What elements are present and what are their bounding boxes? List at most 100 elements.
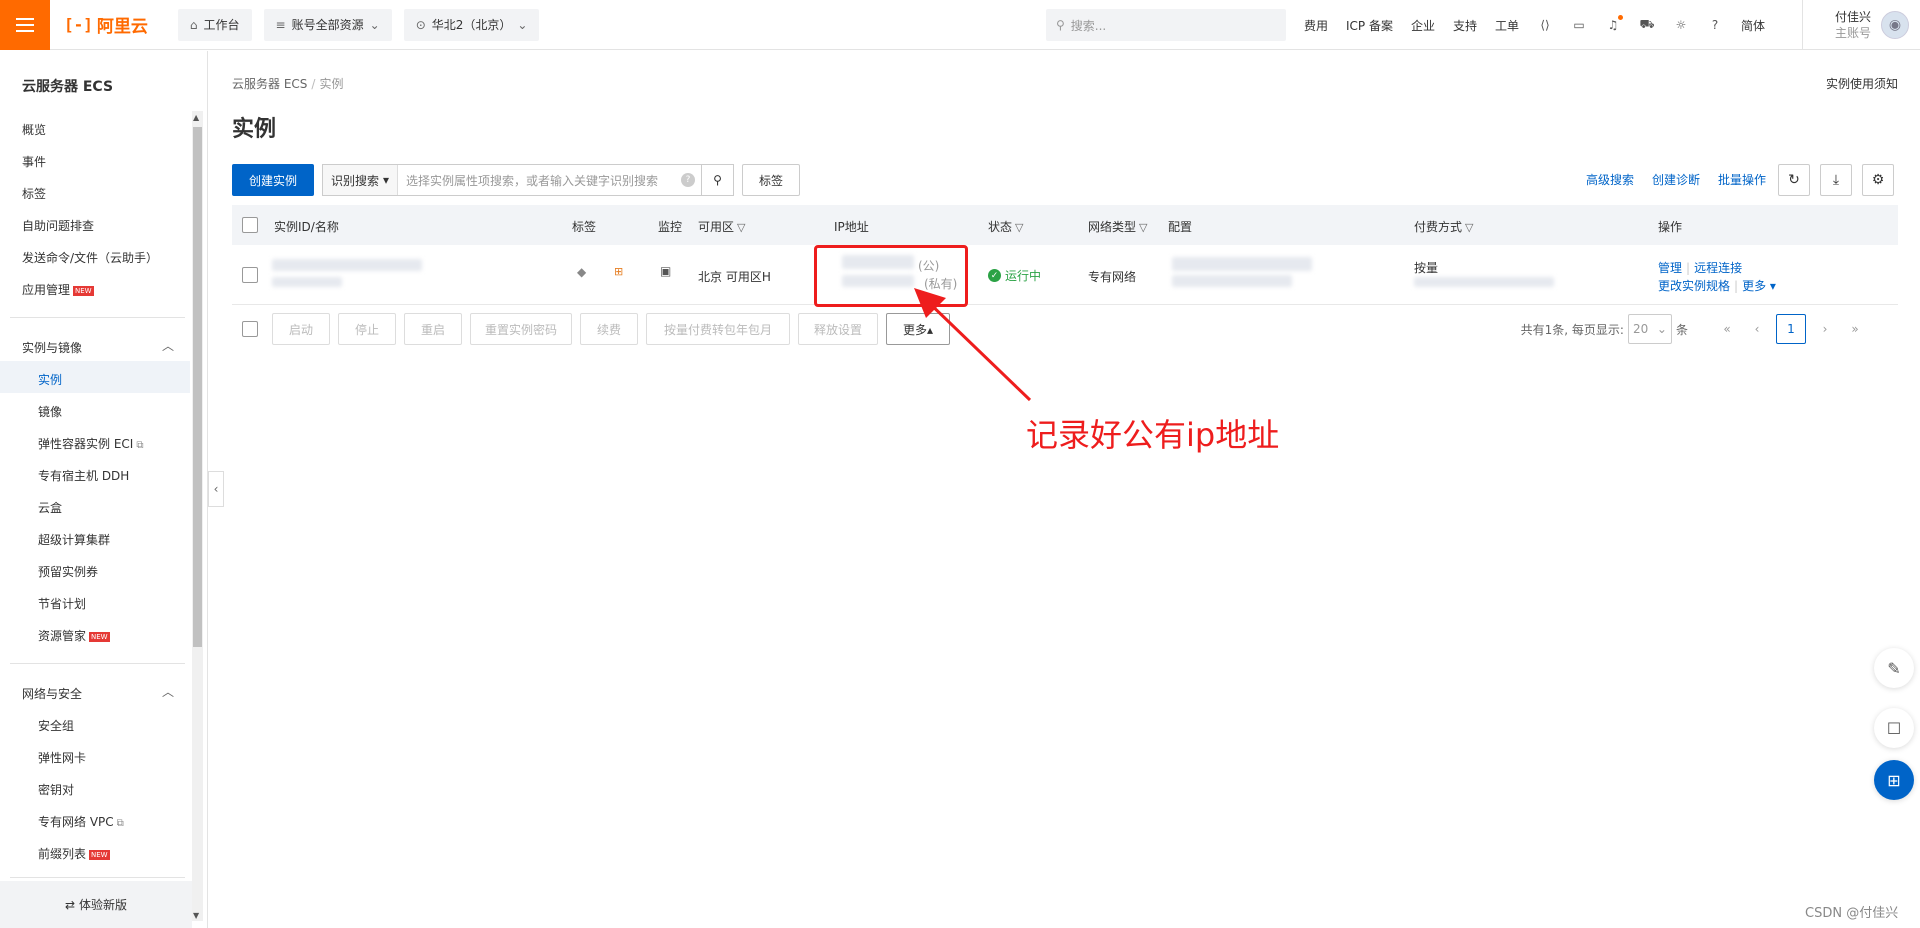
refresh-icon[interactable]: ↻	[1778, 164, 1810, 196]
sidebar-scroll-thumb[interactable]	[193, 127, 202, 647]
th-status[interactable]: 状态 ▽	[988, 218, 1023, 235]
bell-icon[interactable]: ♫	[1605, 15, 1624, 33]
more-ops-link[interactable]: 更多	[1742, 279, 1766, 293]
global-search-input[interactable]: ⚲ 搜索...	[1046, 9, 1286, 41]
user-menu[interactable]: 付佳兴 主账号 ◉	[1802, 0, 1910, 50]
code-icon[interactable]: ⟨⟩	[1537, 17, 1553, 33]
ip-highlight-box	[814, 245, 968, 307]
instance-id-redacted[interactable]	[272, 259, 422, 271]
sidebar-item-reserved[interactable]: 预留实例券	[38, 563, 98, 580]
sidebar-item-eci[interactable]: 弹性容器实例 ECI ⧉	[38, 435, 143, 452]
try-new-version-button[interactable]: ⇄ 体验新版	[0, 881, 192, 928]
sidebar-item-savings[interactable]: 节省计划	[38, 595, 86, 612]
search-mode-select[interactable]: 识别搜索 ▾	[323, 165, 399, 195]
restart-button[interactable]: 重启	[404, 313, 462, 345]
convert-billing-button[interactable]: 按量付费转包年包月	[646, 313, 790, 345]
manage-link[interactable]: 管理	[1658, 261, 1682, 275]
th-network[interactable]: 网络类型 ▽	[1088, 218, 1147, 235]
page-1-button[interactable]: 1	[1776, 314, 1806, 344]
edit-icon[interactable]: ✎	[1874, 648, 1914, 688]
help-icon[interactable]: ?	[1707, 17, 1723, 33]
next-page-icon[interactable]: ›	[1810, 322, 1840, 336]
link-billing[interactable]: 费用	[1304, 17, 1328, 34]
sidebar-item-app-mgmt[interactable]: 应用管理 NEW	[22, 281, 94, 298]
search-button[interactable]: ⚲	[701, 165, 733, 195]
sidebar-item-resource-mgr[interactable]: 资源管家 NEW	[38, 627, 110, 644]
advanced-search-link[interactable]: 高级搜索	[1586, 171, 1634, 188]
tag-filter-button[interactable]: 标签	[742, 164, 800, 196]
page-title: 实例	[232, 117, 277, 142]
first-page-icon[interactable]: «	[1712, 322, 1742, 336]
menu-icon[interactable]	[0, 0, 50, 50]
more-actions-button[interactable]: 更多▴	[886, 313, 950, 345]
th-zone[interactable]: 可用区 ▽	[698, 218, 745, 235]
sidebar-item-cloud-assistant[interactable]: 发送命令/文件（云助手）	[22, 249, 158, 266]
sidebar-item-troubleshoot[interactable]: 自助问题排查	[22, 217, 94, 234]
release-settings-button[interactable]: 释放设置	[798, 313, 878, 345]
sidebar-group-instances[interactable]: 实例与镜像	[22, 339, 82, 356]
sidebar-item-images[interactable]: 镜像	[38, 403, 62, 420]
download-icon[interactable]: ⤓	[1820, 164, 1852, 196]
instance-search-input[interactable]: 选择实例属性项搜索，或者输入关键字识别搜索	[398, 172, 681, 189]
start-button[interactable]: 启动	[272, 313, 330, 345]
sidebar-item-security-group[interactable]: 安全组	[38, 717, 74, 734]
brand-logo[interactable]: [-] 阿里云	[64, 12, 148, 37]
change-spec-link[interactable]: 更改实例规格	[1658, 279, 1730, 293]
terminal-icon[interactable]: ▭	[1571, 17, 1587, 33]
scroll-up-icon[interactable]: ▲	[193, 113, 199, 122]
sidebar-item-ddh[interactable]: 专有宿主机 DDH	[38, 467, 129, 484]
renew-button[interactable]: 续费	[580, 313, 638, 345]
breadcrumb-root[interactable]: 云服务器 ECS	[232, 77, 307, 91]
create-instance-button[interactable]: 创建实例	[232, 164, 314, 196]
sidebar-item-overview[interactable]: 概览	[22, 121, 46, 138]
sidebar-item-keypair[interactable]: 密钥对	[38, 781, 74, 798]
th-billing[interactable]: 付费方式 ▽	[1414, 218, 1473, 235]
sidebar-item-tags[interactable]: 标签	[22, 185, 46, 202]
select-all-checkbox[interactable]	[242, 217, 258, 233]
region-dropdown[interactable]: ⊙ 华北2（北京） ⌄	[403, 8, 540, 41]
sidebar-item-instances[interactable]: 实例	[38, 371, 62, 388]
prev-page-icon[interactable]: ‹	[1742, 322, 1772, 336]
cart-icon[interactable]: ⛟	[1639, 17, 1655, 33]
avatar[interactable]: ◉	[1881, 11, 1910, 39]
create-diagnosis-link[interactable]: 创建诊断	[1652, 171, 1700, 188]
lightbulb-icon[interactable]: ☼	[1673, 17, 1689, 33]
batch-operation-link[interactable]: 批量操作	[1718, 171, 1766, 188]
monitor-chart-icon[interactable]: ▣	[660, 264, 671, 278]
sidebar-item-label: 资源管家	[38, 629, 87, 643]
tag-icon[interactable]: ◆	[577, 265, 586, 279]
chevron-up-icon[interactable]: ︿	[162, 337, 174, 354]
remote-connect-link[interactable]: 远程连接	[1694, 261, 1742, 275]
bulk-select-checkbox[interactable]	[242, 321, 258, 337]
sidebar-item-scc[interactable]: 超级计算集群	[38, 531, 110, 548]
apps-icon[interactable]: ⊞	[1874, 760, 1914, 800]
sidebar-item-vpc[interactable]: 专有网络 VPC ⧉	[38, 813, 124, 830]
reset-password-button[interactable]: 重置实例密码	[470, 313, 572, 345]
language-switch[interactable]: 简体	[1741, 17, 1765, 34]
workbench-button[interactable]: ⌂ 工作台	[177, 8, 252, 41]
link-icp[interactable]: ICP 备案	[1346, 17, 1393, 34]
sidebar-item-cloudbox[interactable]: 云盒	[38, 499, 62, 516]
sidebar-group-network[interactable]: 网络与安全	[22, 685, 82, 702]
sidebar-item-eni[interactable]: 弹性网卡	[38, 749, 86, 766]
link-ticket[interactable]: 工单	[1495, 17, 1519, 34]
stop-button[interactable]: 停止	[338, 313, 396, 345]
chevron-up-icon[interactable]: ︿	[162, 683, 174, 700]
link-support[interactable]: 支持	[1453, 17, 1477, 34]
chevron-down-icon: ⌄	[1656, 322, 1667, 336]
last-page-icon[interactable]: »	[1840, 322, 1870, 336]
page-size-select[interactable]: 20 ⌄	[1627, 314, 1672, 344]
caret-down-icon[interactable]: ▾	[1766, 279, 1776, 293]
row-checkbox[interactable]	[242, 267, 258, 283]
settings-icon[interactable]: ⚙	[1862, 164, 1894, 196]
sidebar-item-events[interactable]: 事件	[22, 153, 46, 170]
account-resources-dropdown[interactable]: ≡ 账号全部资源 ⌄	[263, 8, 392, 41]
chat-icon[interactable]: ☐	[1874, 708, 1914, 748]
sidebar-collapse-button[interactable]: ‹	[208, 471, 224, 507]
instance-search: 识别搜索 ▾ 选择实例属性项搜索，或者输入关键字识别搜索 ? ⚲	[322, 164, 734, 196]
instance-notice-link[interactable]: 实例使用须知	[1826, 75, 1898, 92]
sidebar-item-prefix-list[interactable]: 前缀列表 NEW	[38, 845, 110, 862]
help-icon[interactable]: ?	[681, 173, 695, 187]
link-enterprise[interactable]: 企业	[1411, 17, 1435, 34]
scroll-down-icon[interactable]: ▼	[193, 911, 199, 920]
